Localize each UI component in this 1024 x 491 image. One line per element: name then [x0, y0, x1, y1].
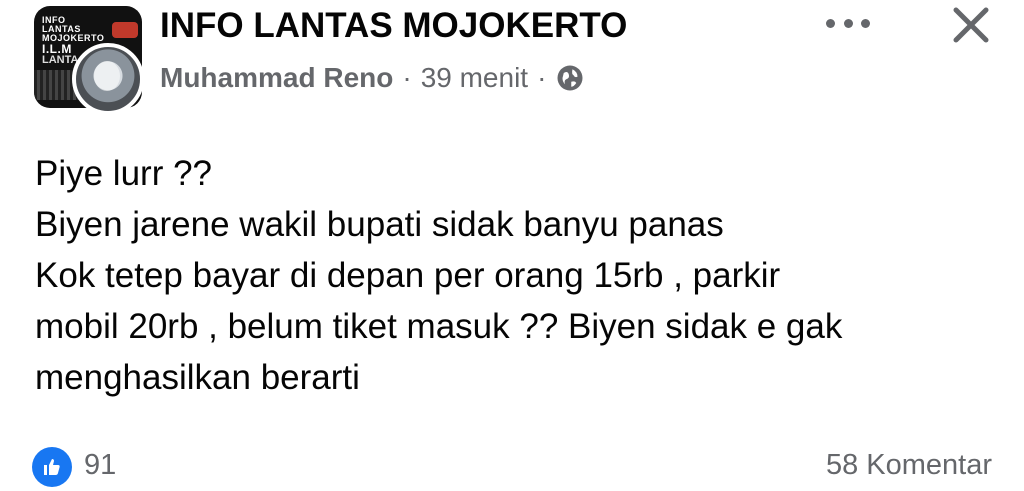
post-line: Biyen jarene wakil bupati sidak banyu pa… — [35, 205, 724, 244]
post-line: Piye lurr ?? — [35, 154, 213, 193]
group-name-link[interactable]: INFO LANTAS MOJOKERTO — [160, 6, 627, 46]
reaction-count[interactable]: 91 — [84, 449, 116, 482]
meta-separator: · — [402, 62, 412, 93]
post-line: mobil 20rb , belum tiket masuk ?? Biyen … — [35, 307, 843, 346]
post-meta: Muhammad Reno · 39 menit · — [160, 62, 585, 94]
avatar-highlight — [94, 61, 120, 91]
post-text: Piye lurr ?? Biyen jarene wakil bupati s… — [35, 148, 995, 403]
meta-separator: · — [537, 62, 547, 93]
group-logo-subtext: LANTA — [42, 54, 79, 66]
comment-count-link[interactable]: 58 Komentar — [826, 449, 992, 482]
thumbs-up-icon[interactable] — [32, 447, 72, 487]
group-logo-badge — [112, 22, 138, 38]
author-avatar[interactable] — [72, 43, 144, 115]
post-line: menghasilkan berarti — [35, 358, 360, 397]
author-name-link[interactable]: Muhammad Reno — [160, 62, 393, 94]
globe-icon — [557, 65, 583, 91]
close-icon[interactable] — [950, 4, 992, 46]
more-horizontal-icon[interactable] — [826, 10, 870, 36]
post-line: Kok tetep bayar di depan per orang 15rb … — [35, 256, 781, 295]
post-timestamp[interactable]: 39 menit — [421, 62, 528, 94]
